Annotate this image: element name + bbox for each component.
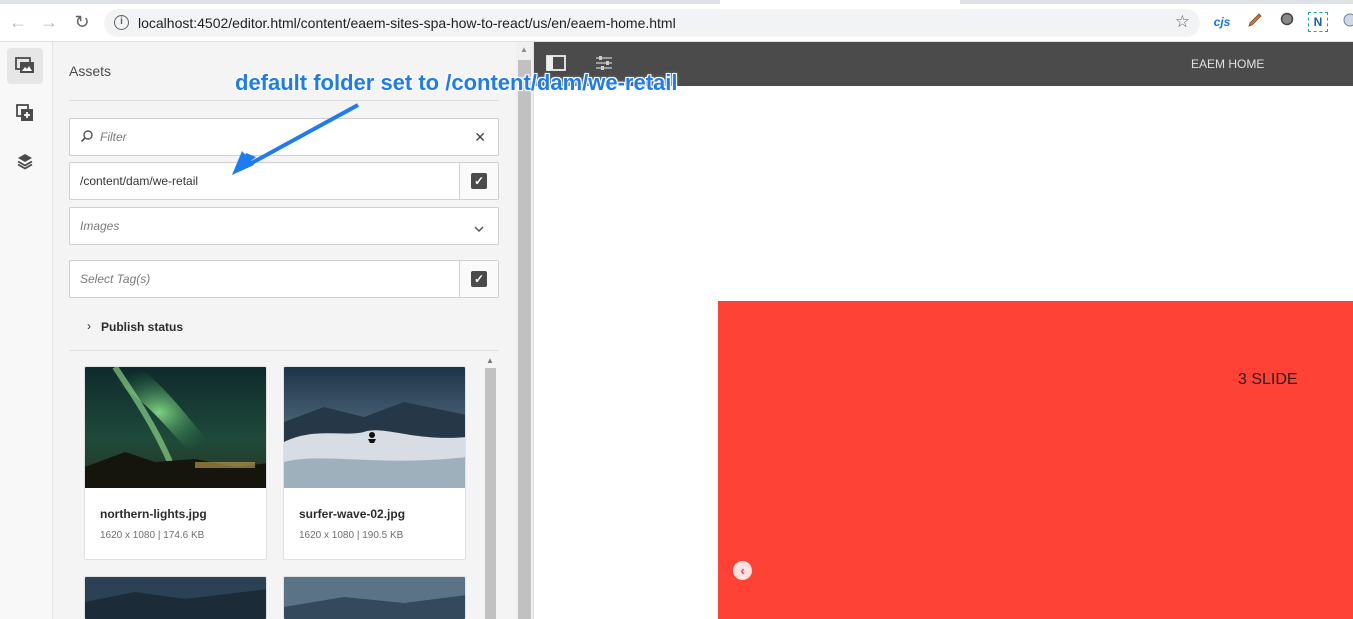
scrollbar-thumb[interactable] (518, 60, 531, 619)
panel-title: Assets (69, 63, 112, 79)
annotation-callout: default folder set to /content/dam/we-re… (235, 70, 678, 95)
asset-name: surfer-wave-02.jpg (299, 507, 406, 521)
asset-card[interactable] (84, 576, 267, 619)
components-icon[interactable] (7, 95, 43, 131)
slide-label: 3 SLIDE (1238, 371, 1298, 388)
asset-card[interactable]: surfer-wave-02.jpg 1620 x 1080 | 190.5 K… (283, 366, 466, 560)
assets-icon[interactable] (7, 48, 43, 84)
tab-strip (0, 0, 1353, 4)
tag-picker-button[interactable]: ✓ (459, 261, 498, 297)
tags-field[interactable]: Select Tag(s) ✓ (69, 260, 499, 298)
asset-meta: 1620 x 1080 | 174.6 KB (100, 530, 205, 541)
address-bar[interactable]: i localhost:4502/editor.html/content/eae… (104, 9, 1200, 37)
publish-status-toggle[interactable]: Publish status (101, 320, 183, 334)
scrollbar-thumb[interactable] (485, 368, 496, 619)
forward-icon[interactable]: → (38, 11, 60, 33)
asset-meta: 1620 x 1080 | 190.5 KB (299, 530, 404, 541)
asset-thumbnail[interactable] (284, 367, 466, 488)
page-title: EAEM HOME (1191, 57, 1265, 71)
divider (69, 350, 499, 351)
bookmark-star-icon[interactable]: ☆ (1175, 12, 1190, 32)
path-browser-button[interactable]: ✓ (459, 163, 498, 199)
path-value[interactable]: /content/dam/we-retail (80, 174, 198, 188)
chevron-left-icon[interactable]: ‹ (733, 561, 752, 580)
asset-thumbnail[interactable] (284, 577, 466, 619)
site-info-icon[interactable]: i (114, 15, 129, 30)
carousel-slide[interactable]: 3 SLIDE ‹ (718, 301, 1353, 619)
asset-thumbnail[interactable] (85, 367, 267, 488)
search-icon (80, 129, 94, 148)
page-editor: EAEM HOME 3 SLIDE ‹ (533, 42, 1353, 619)
asset-thumbnail[interactable] (85, 577, 267, 619)
n-extension-icon[interactable]: N (1308, 12, 1328, 32)
content-tree-icon[interactable] (7, 143, 43, 179)
cjs-extension-icon[interactable]: cjs (1212, 12, 1232, 32)
asset-card[interactable]: northern-lights.jpg 1620 x 1080 | 174.6 … (84, 366, 267, 560)
scroll-up-icon[interactable]: ▲ (486, 356, 494, 365)
extension-overflow-icon[interactable] (1340, 12, 1353, 32)
chevron-right-icon[interactable]: › (87, 319, 91, 333)
chevron-down-icon[interactable] (474, 220, 484, 238)
clear-icon[interactable]: ✕ (474, 129, 486, 146)
tags-placeholder[interactable]: Select Tag(s) (80, 272, 150, 286)
annotation-arrow-icon (232, 103, 359, 175)
asset-type-value[interactable]: Images (80, 219, 119, 233)
record-extension-icon[interactable] (1278, 12, 1296, 32)
asset-card[interactable] (283, 576, 466, 619)
checkbox-icon: ✓ (471, 271, 487, 287)
asset-type-select[interactable]: Images (69, 207, 499, 245)
side-rail (0, 42, 53, 619)
asset-name: northern-lights.jpg (100, 507, 207, 521)
checkbox-icon: ✓ (471, 173, 487, 189)
pen-extension-icon[interactable] (1246, 12, 1264, 32)
reload-icon[interactable]: ↻ (71, 11, 93, 33)
active-tab-edge[interactable] (720, 0, 960, 4)
back-icon[interactable]: ← (7, 11, 29, 33)
url-text[interactable]: localhost:4502/editor.html/content/eaem-… (138, 15, 676, 31)
asset-list-scrollbar[interactable]: ▲ (484, 354, 497, 619)
browser-toolbar: ← → ↻ i localhost:4502/editor.html/conte… (0, 0, 1353, 42)
panel-scrollbar[interactable]: ▲ (516, 42, 533, 619)
scroll-up-icon[interactable]: ▲ (520, 45, 528, 54)
filter-placeholder[interactable]: Filter (100, 130, 127, 144)
